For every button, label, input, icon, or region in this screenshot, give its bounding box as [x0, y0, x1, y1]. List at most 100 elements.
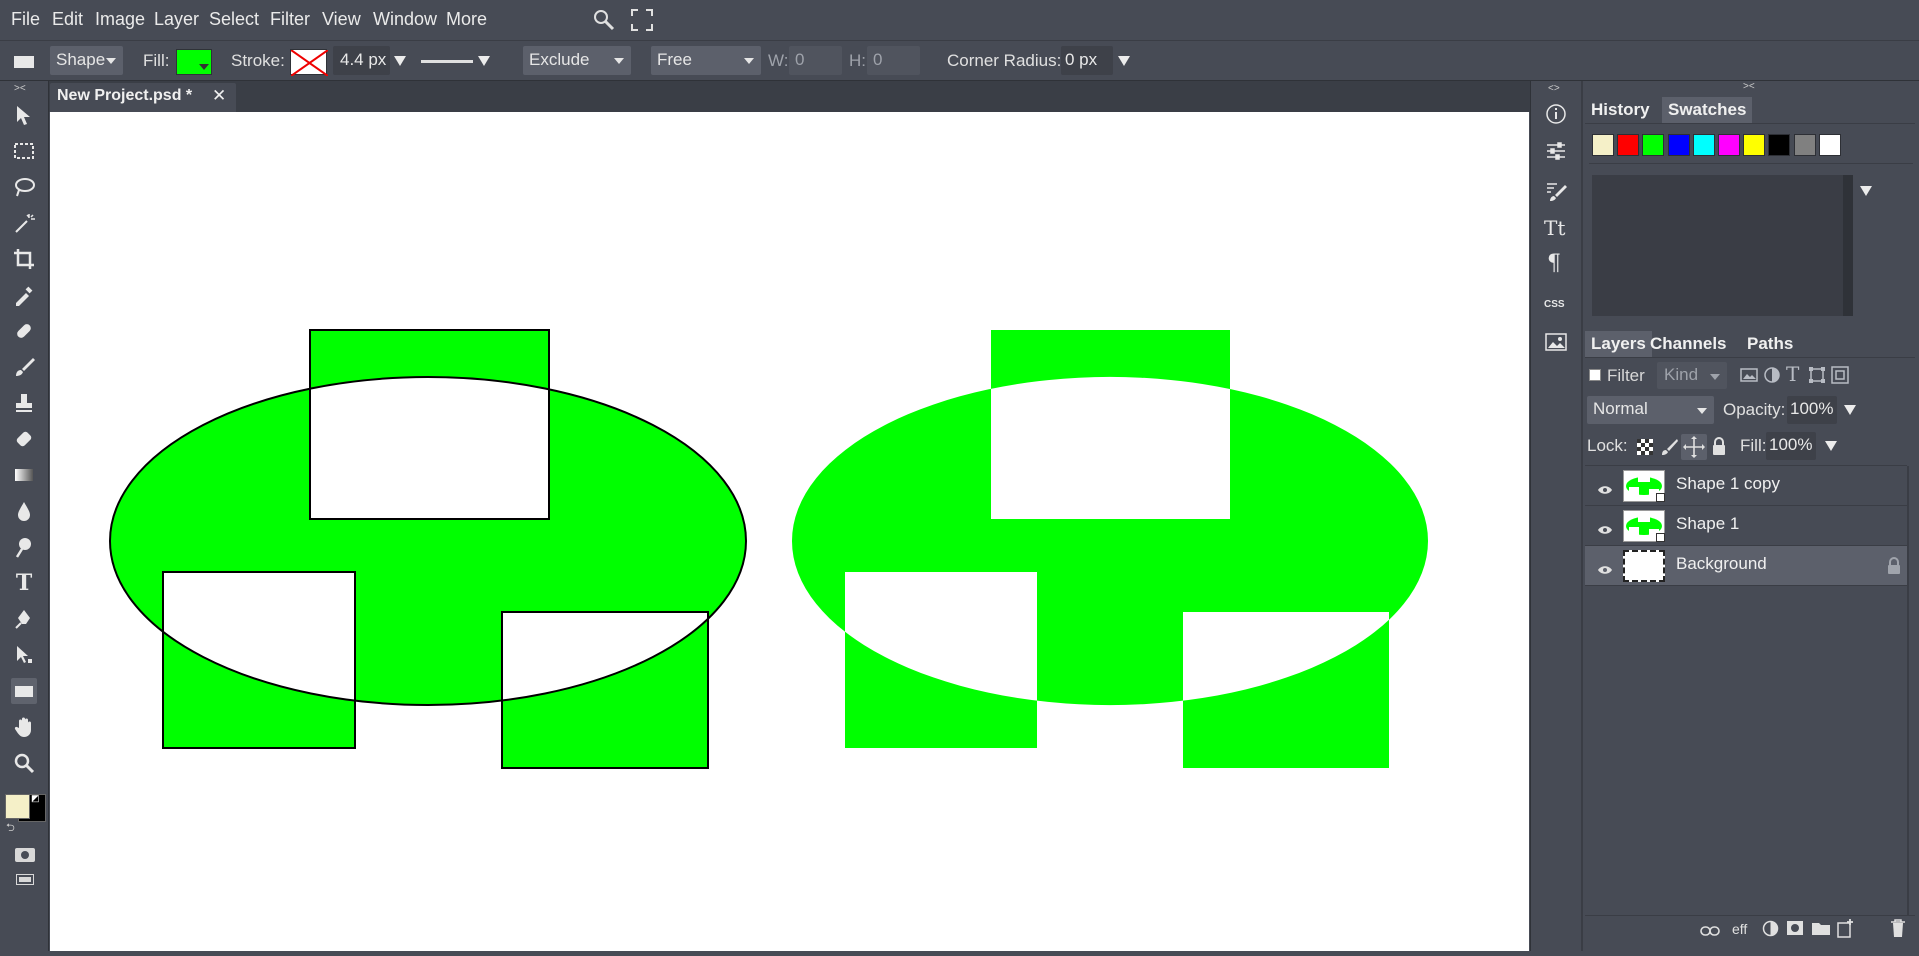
- menu-file[interactable]: File: [11, 9, 40, 30]
- color-swatch[interactable]: [1617, 134, 1640, 156]
- tab-history[interactable]: History: [1585, 97, 1656, 123]
- swap-colors-icon[interactable]: ⮌: [6, 819, 15, 838]
- image-icon[interactable]: [1545, 332, 1567, 357]
- adjustment-layer-icon[interactable]: [1762, 920, 1779, 942]
- zoom-tool-icon[interactable]: [11, 750, 37, 776]
- panel-collapse-icon[interactable]: ><: [1743, 81, 1755, 92]
- menu-view[interactable]: View: [322, 9, 361, 30]
- layer-fill-input[interactable]: 100%: [1766, 432, 1816, 460]
- constraint-select[interactable]: Free: [651, 46, 761, 75]
- lock-transparency-icon[interactable]: [1636, 438, 1654, 461]
- brush-settings-icon[interactable]: [1545, 181, 1567, 208]
- visibility-eye-icon[interactable]: [1597, 480, 1613, 500]
- color-swatch[interactable]: [1692, 134, 1715, 156]
- move-tool-icon[interactable]: [11, 102, 37, 128]
- layer-mask-icon[interactable]: [1786, 920, 1804, 941]
- visibility-eye-icon[interactable]: [1597, 520, 1613, 540]
- blend-mode-select[interactable]: Normal: [1587, 396, 1714, 424]
- menu-filter[interactable]: Filter: [270, 9, 310, 30]
- fullscreen-icon[interactable]: [631, 9, 653, 36]
- filter-type-icon[interactable]: T: [1786, 362, 1799, 386]
- document-canvas[interactable]: [50, 112, 1529, 951]
- eraser-tool-icon[interactable]: [11, 426, 37, 452]
- panel-menu-icon[interactable]: [1860, 186, 1872, 196]
- height-input[interactable]: 0: [867, 46, 920, 75]
- menu-more[interactable]: More: [446, 9, 487, 30]
- filter-adjustment-icon[interactable]: [1763, 366, 1781, 389]
- document-tab[interactable]: New Project.psd * ✕: [50, 83, 236, 112]
- tab-paths[interactable]: Paths: [1741, 331, 1799, 357]
- lock-pixels-icon[interactable]: [1660, 438, 1678, 461]
- brush-tool-icon[interactable]: [11, 354, 37, 380]
- info-icon[interactable]: [1545, 103, 1567, 130]
- menu-image[interactable]: Image: [95, 9, 145, 30]
- lasso-tool-icon[interactable]: [11, 174, 37, 200]
- default-colors-icon[interactable]: ◩: [31, 793, 40, 804]
- menu-window[interactable]: Window: [373, 9, 437, 30]
- delete-layer-icon[interactable]: [1890, 918, 1906, 943]
- tab-layers[interactable]: Layers: [1585, 331, 1652, 357]
- layer-row[interactable]: Shape 1: [1585, 506, 1907, 546]
- lock-all-icon[interactable]: [1711, 436, 1727, 461]
- shape-1-copy[interactable]: [791, 330, 1428, 768]
- filter-smart-object-icon[interactable]: [1831, 366, 1849, 389]
- foreground-color-swatch[interactable]: [5, 794, 30, 819]
- opacity-dropdown-icon[interactable]: [1844, 405, 1856, 415]
- stroke-width-input[interactable]: 4.4 px: [333, 46, 390, 75]
- css-icon[interactable]: CSS: [1544, 299, 1565, 310]
- color-swatch[interactable]: [1667, 134, 1690, 156]
- paragraph-icon[interactable]: ¶: [1547, 251, 1561, 276]
- layer-effects-icon[interactable]: eff: [1732, 921, 1747, 937]
- gradient-tool-icon[interactable]: [11, 462, 37, 488]
- rectangle-tool-icon[interactable]: [11, 678, 37, 704]
- close-tab-icon[interactable]: ✕: [212, 86, 226, 106]
- search-icon[interactable]: [593, 9, 615, 36]
- expand-toggle-icon[interactable]: <>: [1548, 83, 1560, 94]
- color-swatch[interactable]: [1818, 134, 1841, 156]
- collapse-toggle-icon[interactable]: ><: [14, 83, 26, 94]
- stroke-color-swatch[interactable]: [290, 49, 329, 77]
- layer-fill-dropdown-icon[interactable]: [1825, 441, 1837, 451]
- marquee-tool-icon[interactable]: [11, 138, 37, 164]
- tab-swatches[interactable]: Swatches: [1662, 97, 1753, 123]
- lock-position-icon[interactable]: [1681, 434, 1707, 460]
- stroke-width-dropdown-icon[interactable]: [394, 56, 406, 66]
- layers-scrollbar[interactable]: [1907, 466, 1909, 916]
- character-icon[interactable]: Tt: [1544, 216, 1565, 240]
- link-layers-icon[interactable]: [1700, 922, 1720, 942]
- dodge-tool-icon[interactable]: [11, 534, 37, 560]
- corner-radius-dropdown-icon[interactable]: [1118, 56, 1130, 66]
- filter-shape-icon[interactable]: [1808, 366, 1826, 389]
- filter-image-icon[interactable]: [1740, 367, 1758, 388]
- stroke-style-dropdown-icon[interactable]: [478, 56, 490, 66]
- type-tool-icon[interactable]: T: [11, 570, 37, 596]
- color-swatch[interactable]: [1768, 134, 1791, 156]
- shape-mode-select[interactable]: Shape: [50, 46, 123, 75]
- stroke-style-line-icon[interactable]: [421, 60, 473, 63]
- color-swatch[interactable]: [1718, 134, 1740, 156]
- healing-brush-tool-icon[interactable]: [11, 318, 37, 344]
- new-group-icon[interactable]: [1811, 920, 1831, 941]
- hand-tool-icon[interactable]: [11, 714, 37, 740]
- pen-tool-icon[interactable]: [11, 606, 37, 632]
- screen-mode-icon[interactable]: [16, 874, 34, 885]
- path-operation-select[interactable]: Exclude: [523, 46, 631, 75]
- path-selection-tool-icon[interactable]: [11, 642, 37, 668]
- crop-tool-icon[interactable]: [11, 246, 37, 272]
- magic-wand-tool-icon[interactable]: [11, 210, 37, 236]
- width-input[interactable]: 0: [789, 46, 842, 75]
- color-swatch[interactable]: [1642, 134, 1665, 156]
- blur-tool-icon[interactable]: [11, 498, 37, 524]
- fill-color-swatch[interactable]: [176, 49, 212, 75]
- opacity-input[interactable]: 100%: [1787, 396, 1837, 424]
- color-swatch[interactable]: [1743, 134, 1766, 156]
- corner-radius-input[interactable]: 0 px: [1061, 46, 1113, 75]
- menu-select[interactable]: Select: [209, 9, 259, 30]
- kind-select[interactable]: Kind: [1657, 362, 1727, 389]
- tab-channels[interactable]: Channels: [1644, 331, 1733, 357]
- layer-row-selected[interactable]: Background: [1585, 546, 1907, 586]
- layer-row[interactable]: Shape 1 copy: [1585, 466, 1907, 506]
- color-swatch[interactable]: [1793, 134, 1816, 156]
- filter-checkbox[interactable]: [1589, 369, 1601, 381]
- visibility-eye-icon[interactable]: [1597, 560, 1613, 580]
